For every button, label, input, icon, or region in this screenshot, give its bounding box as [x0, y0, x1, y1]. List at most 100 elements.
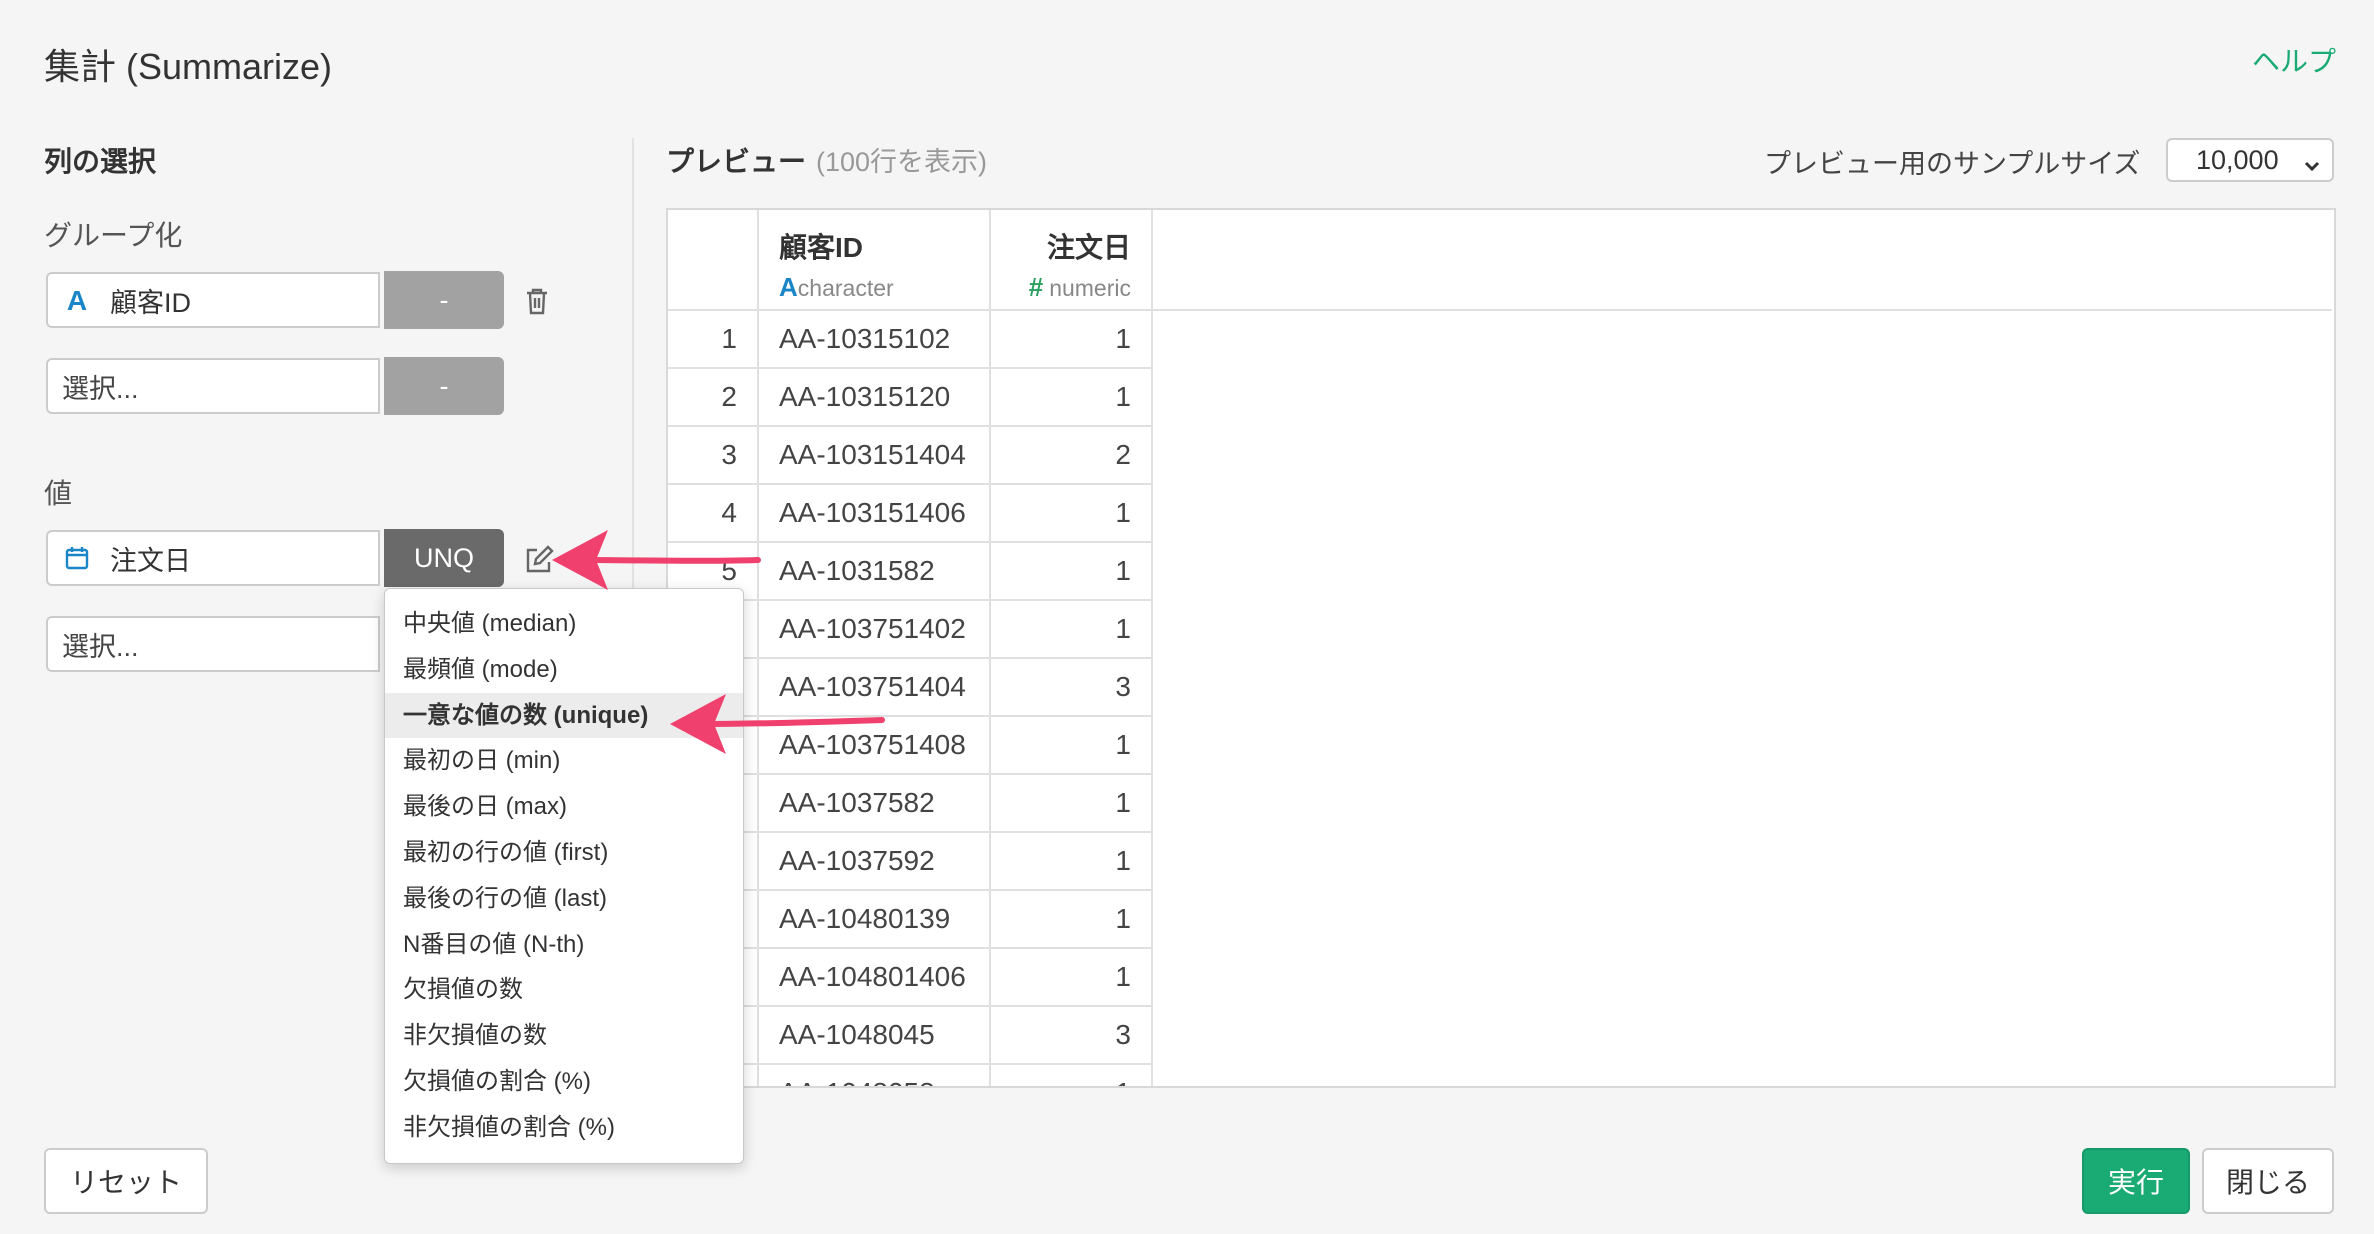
empty-cell: [1152, 484, 2332, 542]
column-type-label: character: [797, 275, 894, 301]
chevron-down-icon: [2302, 152, 2322, 183]
empty-cell: [1152, 310, 2332, 368]
dialog-title: 集計 (Summarize): [44, 46, 333, 87]
preview-row-count: (100行を表示): [816, 147, 988, 177]
run-button[interactable]: 実行: [2082, 1148, 2190, 1214]
aggregate-function-menu: 中央値 (median) 最頻値 (mode) 一意な値の数 (unique) 最初の…: [384, 588, 744, 1164]
order-date-cell: 3: [990, 658, 1153, 717]
customer-id-cell: AA-1031582: [758, 542, 991, 601]
column-header-order-date[interactable]: 注文日 # numeric: [990, 210, 1153, 311]
menu-item[interactable]: 中央値 (median): [385, 601, 743, 647]
menu-item[interactable]: 欠損値の割合 (%): [385, 1059, 743, 1105]
menu-item[interactable]: 非欠損値の割合 (%): [385, 1105, 743, 1151]
row-number-header: [668, 210, 759, 311]
order-date-cell: 2: [990, 426, 1153, 485]
empty-cell: [1152, 600, 2332, 658]
empty-cell: [1152, 832, 2332, 890]
customer-id-cell: AA-1048058: [758, 1064, 991, 1086]
column-header-label: 顧客ID: [779, 232, 864, 263]
edit-icon[interactable]: [522, 543, 556, 577]
group-function-button-2[interactable]: -: [384, 357, 504, 415]
group-column-name: 顧客ID: [110, 287, 191, 318]
table-row: 12AA-1048014061: [668, 948, 2332, 1007]
group-select-placeholder: 選択...: [62, 373, 139, 404]
table-row: 14AA-10480581: [668, 1064, 2332, 1086]
table-row: 3 AA-103151404 2: [668, 426, 2332, 485]
order-date-cell: 1: [990, 310, 1153, 369]
menu-item[interactable]: 欠損値の数: [385, 967, 743, 1013]
customer-id-cell: AA-10315120: [758, 368, 991, 427]
row-number: 2: [668, 368, 759, 427]
value-select-placeholder: 選択...: [62, 631, 139, 662]
customer-id-cell: AA-1037592: [758, 832, 991, 891]
order-date-cell: 1: [990, 774, 1153, 833]
preview-title: プレビュー (100行を表示): [666, 140, 987, 180]
table-row: 9AA-10375821: [668, 774, 2332, 833]
empty-cell: [1152, 1064, 2332, 1086]
empty-cell: [1152, 890, 2332, 948]
table-row: 4 AA-103151406 1: [668, 484, 2332, 543]
customer-id-cell: AA-1037582: [758, 774, 991, 833]
order-date-cell: 1: [990, 484, 1153, 543]
menu-item[interactable]: 一意な値の数 (unique): [385, 692, 743, 739]
order-date-cell: 1: [990, 948, 1153, 1007]
svg-text:A: A: [67, 287, 87, 313]
close-button[interactable]: 閉じる: [2202, 1148, 2334, 1214]
customer-id-cell: AA-103751404: [758, 658, 991, 717]
empty-header-space: [1152, 210, 2332, 311]
menu-item[interactable]: 最後の日 (max): [385, 784, 743, 830]
column-header-customer-id[interactable]: 顧客ID Acharacter: [758, 210, 991, 311]
row-number: 4: [668, 484, 759, 543]
order-date-cell: 1: [990, 368, 1153, 427]
help-link[interactable]: ヘルプ: [2252, 40, 2336, 80]
column-type: # numeric: [991, 272, 1131, 303]
customer-id-cell: AA-1048045: [758, 1006, 991, 1065]
aggregate-function-button[interactable]: UNQ: [384, 529, 504, 587]
column-type: Acharacter: [779, 272, 989, 303]
table-row: 2 AA-10315120 1: [668, 368, 2332, 427]
customer-id-cell: AA-10315102: [758, 310, 991, 369]
sample-size-select[interactable]: 10,000: [2166, 138, 2334, 182]
customer-id-cell: AA-103751402: [758, 600, 991, 659]
menu-item[interactable]: 非欠損値の数: [385, 1013, 743, 1059]
group-function-button[interactable]: -: [384, 271, 504, 329]
customer-id-cell: AA-10480139: [758, 890, 991, 949]
empty-cell: [1152, 542, 2332, 600]
value-column-name: 注文日: [110, 545, 191, 576]
reset-button[interactable]: リセット: [44, 1148, 208, 1214]
value-column-field[interactable]: 注文日: [46, 530, 380, 586]
order-date-cell: 1: [990, 1064, 1153, 1086]
group-column-field[interactable]: A 顧客ID: [46, 272, 380, 328]
sample-size-value: 10,000: [2196, 144, 2279, 175]
table-row: 5 AA-1031582 1: [668, 542, 2332, 601]
group-select-field[interactable]: 選択...: [46, 358, 380, 414]
value-select-field[interactable]: 選択...: [46, 616, 380, 672]
order-date-cell: 1: [990, 600, 1153, 659]
order-date-cell: 1: [990, 890, 1153, 949]
value-label: 値: [44, 478, 73, 509]
calendar-icon: [62, 545, 92, 571]
empty-cell: [1152, 1006, 2332, 1064]
menu-item[interactable]: 最初の行の値 (first): [385, 830, 743, 876]
menu-item[interactable]: N番目の値 (N-th): [385, 922, 743, 968]
order-date-cell: 1: [990, 542, 1153, 601]
menu-item[interactable]: 最初の日 (min): [385, 738, 743, 784]
group-by-label: グループ化: [44, 220, 183, 251]
row-number: 1: [668, 310, 759, 369]
menu-item[interactable]: 最後の行の値 (last): [385, 876, 743, 922]
table-row: 11AA-104801391: [668, 890, 2332, 949]
customer-id-cell: AA-103751408: [758, 716, 991, 775]
preview-title-text: プレビュー: [666, 146, 807, 177]
order-date-cell: 3: [990, 1006, 1153, 1065]
column-header-label: 注文日: [1046, 232, 1131, 263]
table-row: 6AA-1037514021: [668, 600, 2332, 659]
column-selection-title: 列の選択: [44, 146, 157, 177]
empty-cell: [1152, 368, 2332, 426]
empty-cell: [1152, 716, 2332, 774]
menu-item[interactable]: 最頻値 (mode): [385, 647, 743, 693]
column-type-label: numeric: [1049, 275, 1131, 301]
table-row: 8AA-1037514081: [668, 716, 2332, 775]
character-type-icon: A: [62, 287, 92, 313]
order-date-cell: 1: [990, 832, 1153, 891]
trash-icon[interactable]: [520, 284, 554, 318]
